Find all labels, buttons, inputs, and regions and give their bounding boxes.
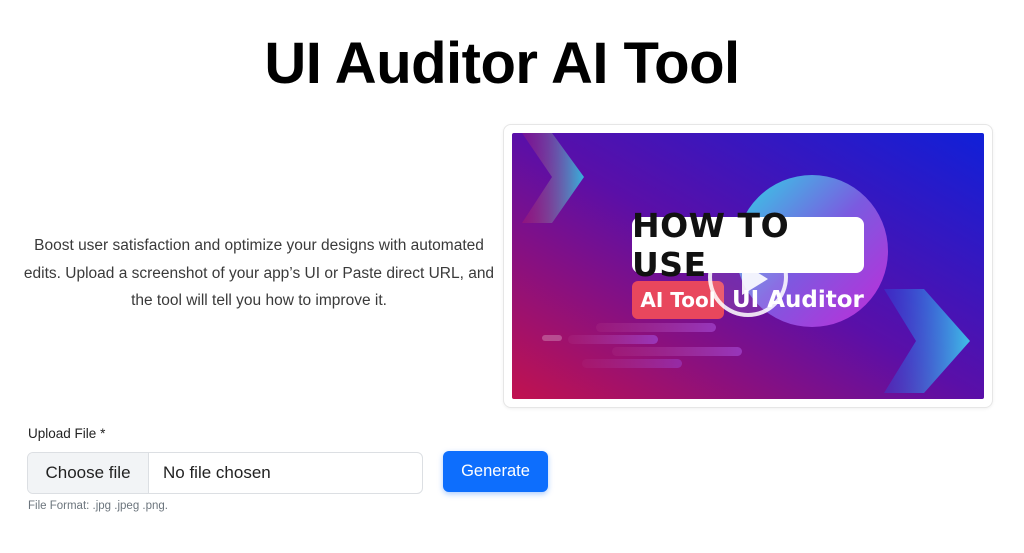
generate-button[interactable]: Generate: [443, 451, 548, 492]
file-upload-input[interactable]: Choose file No file chosen: [27, 452, 423, 494]
file-status-text: No file chosen: [163, 463, 271, 482]
video-play-button[interactable]: [708, 237, 788, 317]
upload-label-text: Upload File: [28, 426, 97, 441]
file-format-hint: File Format: .jpg .jpeg .png.: [28, 500, 168, 512]
video-thumbnail[interactable]: HOW TO USE AI Tool UI Auditor: [512, 133, 984, 399]
video-card: HOW TO USE AI Tool UI Auditor: [503, 124, 993, 408]
play-icon: [742, 263, 768, 295]
choose-file-button[interactable]: Choose file: [28, 453, 149, 493]
upload-file-label: Upload File *: [28, 426, 105, 441]
tool-description: Boost user satisfaction and optimize you…: [23, 237, 495, 309]
required-mark: *: [100, 426, 106, 441]
page-title: UI Auditor AI Tool: [264, 31, 740, 96]
